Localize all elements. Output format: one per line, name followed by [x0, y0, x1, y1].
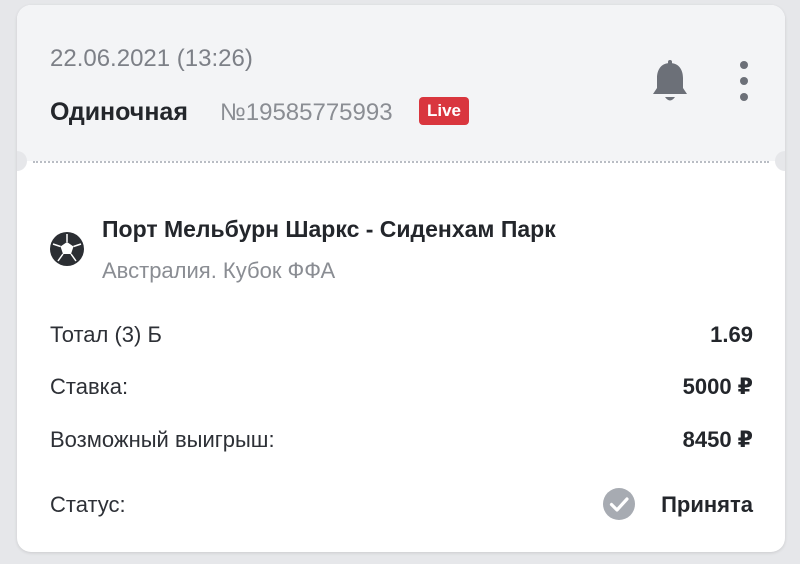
soccer-ball-icon [50, 232, 84, 266]
bell-icon[interactable] [650, 59, 690, 105]
bet-datetime: 22.06.2021 (13:26) [50, 45, 253, 72]
status-label: Статус: [50, 492, 126, 517]
stake-value: 5000 ₽ [682, 374, 753, 399]
payout-label: Возможный выигрыш: [50, 427, 275, 452]
bet-card: 22.06.2021 (13:26) Одиночная №1958577599… [17, 5, 785, 552]
status-value: Принята [661, 492, 753, 517]
market-odds: 1.69 [710, 322, 753, 347]
bet-number: №19585775993 [220, 99, 393, 126]
payout-value: 8450 ₽ [682, 427, 753, 452]
event-league: Австралия. Кубок ФФА [102, 258, 336, 283]
market-label: Тотал (3) Б [50, 322, 162, 347]
check-circle-icon [603, 488, 635, 520]
bet-header: 22.06.2021 (13:26) Одиночная №1958577599… [17, 5, 785, 161]
ticket-notch-right [775, 151, 785, 171]
event-title[interactable]: Порт Мельбурн Шаркс - Сиденхам Парк [102, 216, 556, 243]
more-vertical-icon[interactable] [729, 58, 759, 104]
live-badge: Live [419, 97, 470, 125]
stake-label: Ставка: [50, 374, 129, 399]
ticket-divider [33, 161, 769, 163]
bet-type: Одиночная [50, 98, 188, 126]
